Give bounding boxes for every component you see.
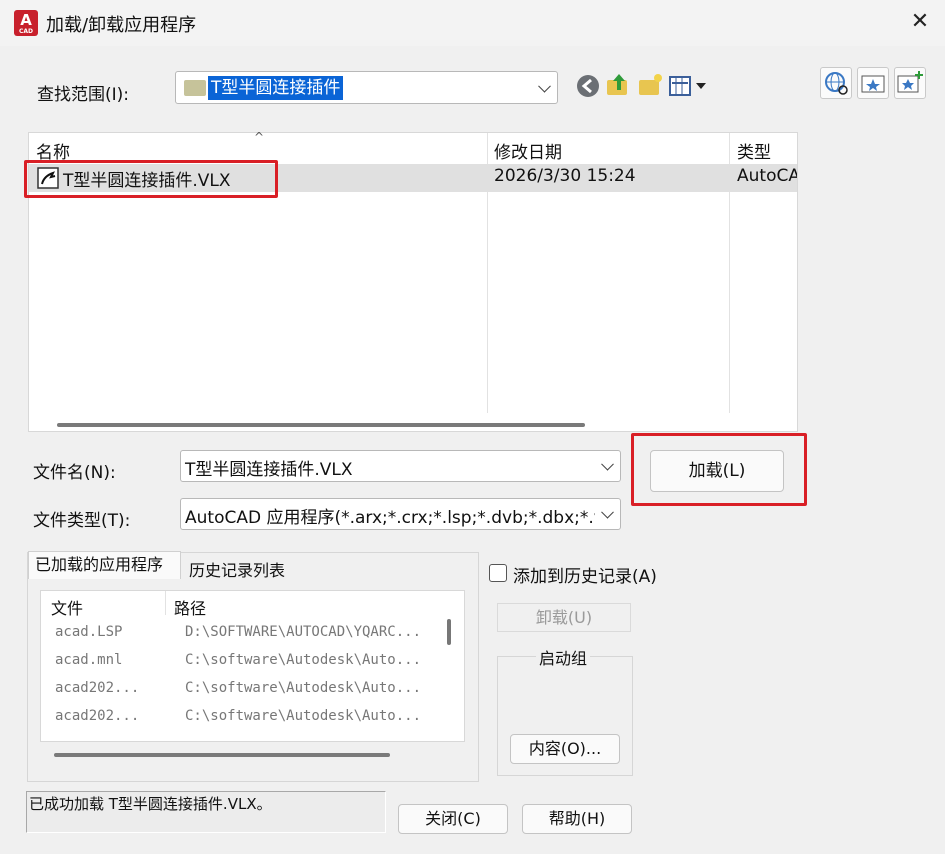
column-header-date[interactable]: 修改日期: [494, 138, 562, 163]
new-folder-icon[interactable]: [637, 70, 665, 98]
views-menu-icon[interactable]: [668, 72, 710, 100]
list-item-path[interactable]: D:\SOFTWARE\AUTOCAD\YQARC...: [185, 624, 421, 640]
filetype-combo[interactable]: AutoCAD 应用程序(*.arx;*.crx;*.lsp;*.dvb;*.d…: [180, 498, 621, 530]
add-history-label[interactable]: 添加到历史记录(A): [513, 562, 657, 587]
chevron-down-icon: [601, 457, 614, 471]
add-history-checkbox[interactable]: [489, 564, 507, 582]
folder-icon: [184, 80, 206, 96]
list-item-path[interactable]: C:\software\Autodesk\Auto...: [185, 680, 421, 696]
close-icon[interactable]: ✕: [906, 8, 934, 36]
sort-ascending-icon: ^: [254, 130, 265, 144]
favorites-folder-icon[interactable]: [857, 67, 889, 99]
autocad-app-icon: A CAD: [14, 10, 38, 36]
add-favorite-icon[interactable]: [894, 67, 926, 99]
lookin-combo[interactable]: T型半圆连接插件: [175, 71, 558, 104]
filename-label: 文件名(N):: [33, 463, 116, 483]
filetype-label: 文件类型(T):: [33, 511, 131, 531]
chevron-down-icon: [538, 79, 551, 93]
column-separator: [165, 591, 166, 615]
help-button[interactable]: 帮助(H): [522, 804, 632, 834]
filetype-value: AutoCAD 应用程序(*.arx;*.crx;*.lsp;*.dvb;*.d…: [185, 508, 595, 528]
horizontal-scrollbar[interactable]: [54, 753, 390, 757]
column-header-file[interactable]: 文件: [51, 595, 83, 619]
tab-loaded-apps[interactable]: 已加载的应用程序: [28, 551, 181, 579]
file-type-cell: AutoCA: [737, 166, 797, 186]
window-title: 加载/卸载应用程序: [46, 15, 197, 36]
horizontal-scrollbar[interactable]: [57, 423, 585, 427]
filename-value: T型半圆连接插件.VLX: [185, 460, 353, 480]
status-box: 已成功加载 T型半圆连接插件.VLX。: [26, 791, 386, 833]
file-date-cell: 2026/3/30 15:24: [494, 166, 636, 186]
list-item-path[interactable]: C:\software\Autodesk\Auto...: [185, 652, 421, 668]
column-header-type[interactable]: 类型: [737, 138, 771, 163]
back-icon[interactable]: [575, 72, 603, 100]
file-highlight-box: [24, 160, 278, 198]
column-header-path[interactable]: 路径: [174, 595, 206, 619]
search-web-icon[interactable]: [820, 67, 852, 99]
lookin-label: 查找范围(I):: [37, 85, 130, 105]
list-item-file[interactable]: acad.LSP: [55, 624, 122, 640]
filename-combo[interactable]: T型半圆连接插件.VLX: [180, 450, 621, 482]
lookin-value: T型半圆连接插件: [208, 76, 344, 100]
loaded-apps-list[interactable]: 文件 路径 acad.LSP D:\SOFTWARE\AUTOCAD\YQARC…: [40, 590, 465, 742]
list-item-path[interactable]: C:\software\Autodesk\Auto...: [185, 708, 421, 724]
app-icon-sub: CAD: [18, 28, 34, 35]
up-folder-icon[interactable]: [605, 70, 633, 98]
contents-button[interactable]: 内容(O)...: [510, 734, 620, 764]
tab-history-list[interactable]: 历史记录列表: [189, 557, 285, 581]
vertical-scrollbar[interactable]: [447, 619, 451, 645]
list-item-file[interactable]: acad.mnl: [55, 652, 122, 668]
startup-group-title: 启动组: [536, 645, 591, 669]
chevron-down-icon: [601, 505, 614, 519]
list-item-file[interactable]: acad202...: [55, 708, 139, 724]
list-item-file[interactable]: acad202...: [55, 680, 139, 696]
unload-button[interactable]: 卸载(U): [497, 603, 631, 632]
status-text: 已成功加载 T型半圆连接插件.VLX。: [29, 795, 272, 813]
load-highlight-box: [631, 433, 807, 506]
app-icon-letter: A: [20, 11, 32, 29]
close-button[interactable]: 关闭(C): [398, 804, 508, 834]
